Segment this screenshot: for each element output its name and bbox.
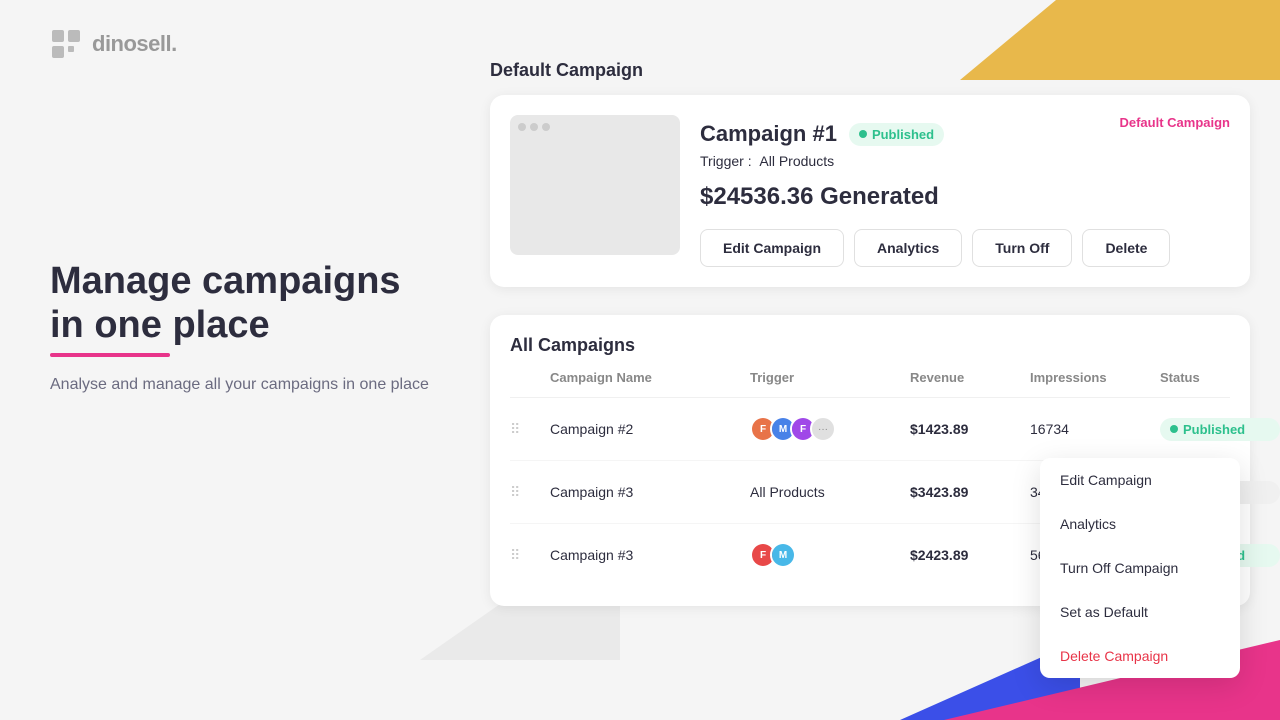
dropdown-menu: Edit Campaign Analytics Turn Off Campaig…: [1040, 458, 1240, 678]
row-status-1: Published: [1160, 418, 1280, 441]
row-trigger-3: F M: [750, 542, 910, 568]
thumb-dot-3: [542, 123, 550, 131]
avatar-more: ···: [810, 416, 836, 442]
th-impressions: Impressions: [1030, 370, 1160, 385]
row-name-2: Campaign #3: [550, 484, 750, 500]
th-name: Campaign Name: [550, 370, 750, 385]
dropdown-turn-off-campaign[interactable]: Turn Off Campaign: [1040, 546, 1240, 590]
default-campaign-label: Default Campaign: [1119, 115, 1230, 130]
row-revenue-1: $1423.89: [910, 421, 1030, 437]
status-badge-published: Published: [849, 123, 944, 146]
hero-underline: [50, 353, 170, 357]
delete-button[interactable]: Delete: [1082, 229, 1170, 267]
all-campaigns-title: All Campaigns: [510, 335, 1230, 356]
avatar-group-3: F M: [750, 542, 910, 568]
thumb-dot-2: [530, 123, 538, 131]
edit-campaign-button[interactable]: Edit Campaign: [700, 229, 844, 267]
turn-off-button[interactable]: Turn Off: [972, 229, 1072, 267]
avatar-group: F M F ···: [750, 416, 910, 442]
dropdown-set-default[interactable]: Set as Default: [1040, 590, 1240, 634]
row-name-3: Campaign #3: [550, 547, 750, 563]
th-revenue: Revenue: [910, 370, 1030, 385]
row-revenue-2: $3423.89: [910, 484, 1030, 500]
hero-subtitle: Analyse and manage all your campaigns in…: [50, 373, 430, 397]
campaign-thumbnail: [510, 115, 680, 255]
status-badge-1: Published: [1160, 418, 1280, 441]
hero-section: Manage campaigns in one place Analyse an…: [50, 260, 430, 397]
logo: dinosell.: [50, 28, 177, 60]
th-trigger: Trigger: [750, 370, 910, 385]
status-dot-1: [1170, 425, 1178, 433]
th-drag: [510, 370, 550, 385]
thumb-dot-1: [518, 123, 526, 131]
campaign-revenue: $24536.36 Generated: [700, 183, 1230, 211]
campaign-trigger: Trigger : All Products: [700, 153, 1230, 169]
row-impressions-1: 16734: [1030, 421, 1160, 437]
hero-title: Manage campaigns in one place: [50, 260, 430, 347]
all-campaigns-table: All Campaigns Campaign Name Trigger Reve…: [490, 315, 1250, 606]
logo-text: dinosell.: [92, 31, 177, 57]
table-row: ⠿ Campaign #2 F M F ··· $1423.89 16734 P…: [510, 398, 1230, 461]
thumbnail-dots: [518, 123, 550, 131]
th-status: Status: [1160, 370, 1280, 385]
drag-handle[interactable]: ⠿: [510, 421, 550, 438]
dropdown-edit-campaign[interactable]: Edit Campaign: [1040, 458, 1240, 502]
default-campaign-card: Campaign #1 Published Trigger : All Prod…: [490, 95, 1250, 287]
logo-icon: [50, 28, 82, 60]
row-trigger-1: F M F ···: [750, 416, 910, 442]
drag-handle-3[interactable]: ⠿: [510, 547, 550, 564]
campaign-name: Campaign #1: [700, 121, 837, 147]
analytics-button[interactable]: Analytics: [854, 229, 962, 267]
drag-handle-2[interactable]: ⠿: [510, 484, 550, 501]
main-panel: Default Campaign Campaign #1 Published T…: [490, 60, 1250, 606]
row-trigger-2: All Products: [750, 484, 910, 500]
dropdown-analytics[interactable]: Analytics: [1040, 502, 1240, 546]
row-name-1: Campaign #2: [550, 421, 750, 437]
table-header: Campaign Name Trigger Revenue Impression…: [510, 370, 1230, 398]
default-campaign-title: Default Campaign: [490, 60, 1250, 81]
row-revenue-3: $2423.89: [910, 547, 1030, 563]
campaign-actions: Edit Campaign Analytics Turn Off Delete: [700, 229, 1230, 267]
campaign-info: Campaign #1 Published Trigger : All Prod…: [700, 115, 1230, 267]
status-dot: [859, 130, 867, 138]
avatar-3b: M: [770, 542, 796, 568]
dropdown-delete-campaign[interactable]: Delete Campaign: [1040, 634, 1240, 678]
